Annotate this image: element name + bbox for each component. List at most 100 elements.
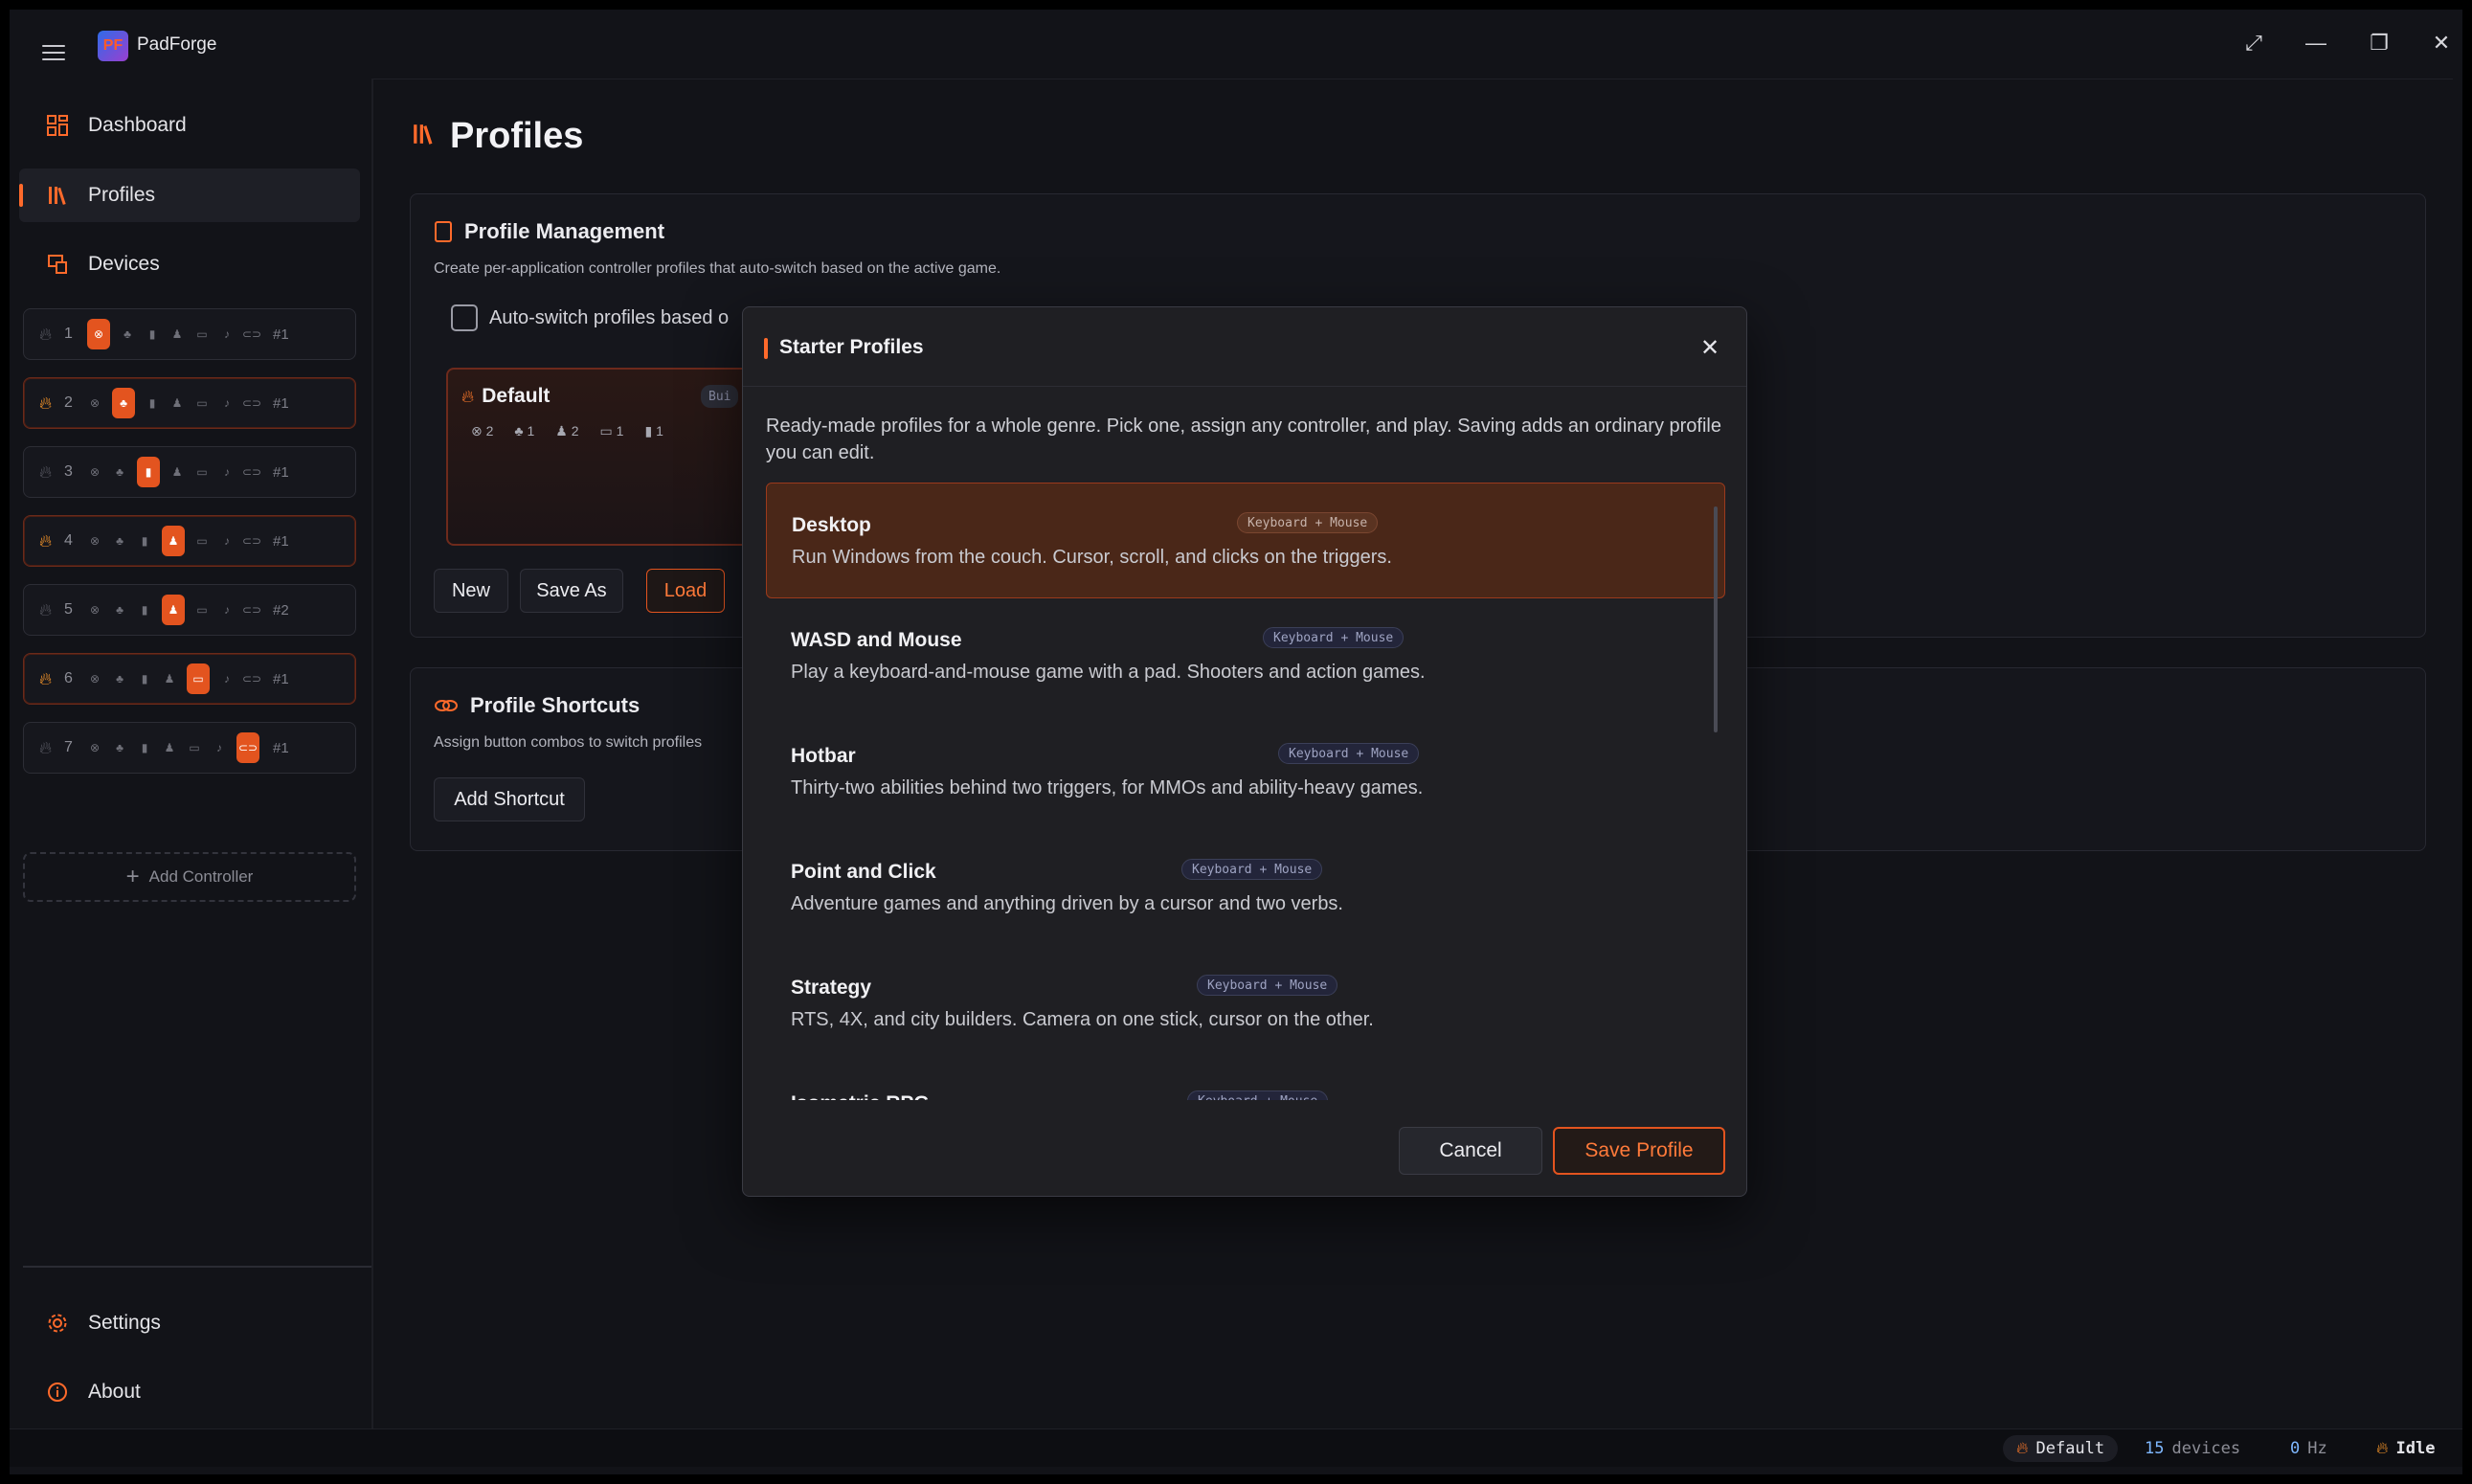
- starter-profile-item[interactable]: Hotbar Keyboard + Mouse Thirty-two abiliti…: [766, 714, 1725, 830]
- nav-profiles-label: Profiles: [88, 184, 156, 206]
- hamburger-menu-icon[interactable]: [31, 33, 77, 73]
- switch-icon[interactable]: ▮: [137, 740, 152, 755]
- minimize-button[interactable]: —: [2289, 23, 2343, 63]
- profile-shortcuts-title: Profile Shortcuts: [470, 693, 640, 717]
- controller-slot[interactable]: 🔥︎ 7 ⊗ ♣ ▮ ♟ ▭ ♪ ⊂⊃ #1: [23, 722, 356, 774]
- sidebar-divider: [23, 1266, 373, 1268]
- starter-profile-description: RTS, 4X, and city builders. Camera on on…: [791, 1009, 1374, 1030]
- close-window-button[interactable]: ✕: [2415, 23, 2462, 63]
- gamepad-icon[interactable]: ⊂⊃: [242, 326, 261, 342]
- gamepad-icon[interactable]: ⊂⊃: [242, 533, 261, 549]
- add-controller-button[interactable]: + Add Controller: [23, 852, 356, 902]
- library-icon: [412, 123, 435, 150]
- controller-slot[interactable]: 🔥︎ 6 ⊗ ♣ ▮ ♟ ▭ ♪ ⊂⊃ #1: [23, 653, 356, 705]
- gamepad-icon[interactable]: ⊂⊃: [236, 732, 259, 763]
- switch-icon[interactable]: ▮: [145, 326, 160, 342]
- xbox-icon[interactable]: ⊗: [87, 395, 102, 411]
- playstation-icon[interactable]: ♣: [112, 671, 127, 686]
- controller-slot[interactable]: 🔥︎ 3 ⊗ ♣ ▮ ♟ ▭ ♪ ⊂⊃ #1: [23, 446, 356, 498]
- keyboard-icon[interactable]: ▭: [187, 740, 202, 755]
- slot-number: 1: [64, 326, 73, 342]
- xbox-icon[interactable]: ⊗: [87, 602, 102, 618]
- starter-profile-item[interactable]: Isometric RPGKeyboard + Mouse: [766, 1062, 1725, 1100]
- save-as-button[interactable]: Save As: [520, 569, 623, 613]
- expand-icon[interactable]: ⤢: [2227, 23, 2281, 63]
- xbox-icon[interactable]: ⊗: [87, 533, 102, 549]
- midi-icon[interactable]: ♪: [219, 602, 235, 618]
- switch-icon[interactable]: ▮: [137, 533, 152, 549]
- keyboard-icon[interactable]: ▭: [194, 464, 210, 480]
- starter-profile-item[interactable]: Desktop Keyboard + Mouse Run Windows from …: [766, 483, 1725, 598]
- restore-button[interactable]: ❐: [2352, 23, 2406, 63]
- status-active-profile[interactable]: 🔥︎ Default: [2003, 1435, 2119, 1462]
- playstation-icon[interactable]: ♣: [112, 464, 127, 480]
- auto-switch-checkbox[interactable]: [451, 304, 478, 331]
- controller-slot[interactable]: 🔥︎ 1 ⊗ ♣ ▮ ♟ ▭ ♪ ⊂⊃ #1: [23, 308, 356, 360]
- switch-icon[interactable]: ▮: [137, 602, 152, 618]
- playstation-icon[interactable]: ♣: [112, 740, 127, 755]
- xbox-icon[interactable]: ⊗: [87, 319, 110, 349]
- gamepad-icon[interactable]: ⊂⊃: [242, 464, 261, 480]
- starter-profile-list[interactable]: Desktop Keyboard + Mouse Run Windows from …: [766, 483, 1725, 1100]
- midi-icon[interactable]: ♪: [219, 395, 235, 411]
- save-profile-button[interactable]: Save Profile: [1553, 1127, 1725, 1175]
- switch-icon[interactable]: ▮: [137, 457, 160, 487]
- person-icon[interactable]: ♟: [169, 326, 185, 342]
- keyboard-icon[interactable]: ▭: [194, 533, 210, 549]
- slot-index: #1: [273, 739, 289, 756]
- starter-profile-item[interactable]: Strategy Keyboard + Mouse RTS, 4X, and cit…: [766, 946, 1725, 1062]
- nav-dashboard[interactable]: Dashboard: [19, 99, 360, 152]
- person-icon[interactable]: ♟: [162, 740, 177, 755]
- dialog-separator: [743, 386, 1746, 387]
- nav-devices[interactable]: Devices: [19, 237, 360, 291]
- new-button[interactable]: New: [434, 569, 508, 613]
- nav-about[interactable]: About: [19, 1365, 360, 1419]
- midi-icon[interactable]: ♪: [219, 464, 235, 480]
- person-icon[interactable]: ♟: [162, 671, 177, 686]
- person-icon[interactable]: ♟: [169, 395, 185, 411]
- playstation-icon[interactable]: ♣: [112, 602, 127, 618]
- keyboard-icon[interactable]: ▭: [194, 602, 210, 618]
- device-count-value: 2: [571, 423, 579, 438]
- playstation-icon[interactable]: ♣: [120, 326, 135, 342]
- keyboard-icon[interactable]: ▭: [187, 663, 210, 694]
- flame-icon: 🔥︎: [2376, 1439, 2389, 1458]
- midi-icon[interactable]: ♪: [219, 533, 235, 549]
- playstation-icon[interactable]: ♣: [112, 388, 135, 418]
- auto-switch-label: Auto-switch profiles based o: [489, 307, 730, 328]
- nav-settings[interactable]: Settings: [19, 1296, 360, 1350]
- load-button[interactable]: Load: [646, 569, 725, 613]
- controller-slot[interactable]: 🔥︎ 4 ⊗ ♣ ▮ ♟ ▭ ♪ ⊂⊃ #1: [23, 515, 356, 567]
- add-shortcut-button[interactable]: Add Shortcut: [434, 777, 585, 821]
- person-icon[interactable]: ♟: [162, 595, 185, 625]
- midi-icon[interactable]: ♪: [212, 740, 227, 755]
- starter-profile-item[interactable]: WASD and Mouse Keyboard + Mouse Play a key…: [766, 598, 1725, 714]
- midi-icon[interactable]: ♪: [219, 671, 235, 686]
- xbox-icon[interactable]: ⊗: [87, 740, 102, 755]
- switch-icon[interactable]: ▮: [145, 395, 160, 411]
- nav-devices-label: Devices: [88, 253, 160, 275]
- midi-icon[interactable]: ♪: [219, 326, 235, 342]
- keyboard-icon[interactable]: ▭: [194, 326, 210, 342]
- page-title: Profiles: [450, 116, 584, 156]
- cancel-button[interactable]: Cancel: [1399, 1127, 1542, 1175]
- gamepad-icon[interactable]: ⊂⊃: [242, 395, 261, 411]
- xbox-icon[interactable]: ⊗: [87, 671, 102, 686]
- controller-slot[interactable]: 🔥︎ 2 ⊗ ♣ ▮ ♟ ▭ ♪ ⊂⊃ #1: [23, 377, 356, 429]
- controller-slot[interactable]: 🔥︎ 5 ⊗ ♣ ▮ ♟ ▭ ♪ ⊂⊃ #2: [23, 584, 356, 636]
- playstation-icon[interactable]: ♣: [112, 533, 127, 549]
- person-icon[interactable]: ♟: [162, 526, 185, 556]
- list-scrollbar[interactable]: [1714, 506, 1718, 732]
- nav-profiles[interactable]: Profiles: [19, 169, 360, 222]
- device-count: ♟ 2: [555, 423, 578, 439]
- starter-profile-item[interactable]: Point and Click Keyboard + Mouse Adventure…: [766, 830, 1725, 946]
- close-icon[interactable]: ✕: [1695, 332, 1725, 363]
- switch-icon[interactable]: ▮: [137, 671, 152, 686]
- xbox-icon[interactable]: ⊗: [87, 464, 102, 480]
- person-icon[interactable]: ♟: [169, 464, 185, 480]
- default-profile-card[interactable]: 🔥︎ Default Bui ⊗ 2 ♣ 1 ♟ 2 ▭ 1 ▮ 1: [446, 368, 753, 546]
- gamepad-icon[interactable]: ⊂⊃: [242, 602, 261, 618]
- keyboard-icon[interactable]: ▭: [194, 395, 210, 411]
- gamepad-icon[interactable]: ⊂⊃: [242, 671, 261, 686]
- device-count-value: 1: [616, 423, 624, 438]
